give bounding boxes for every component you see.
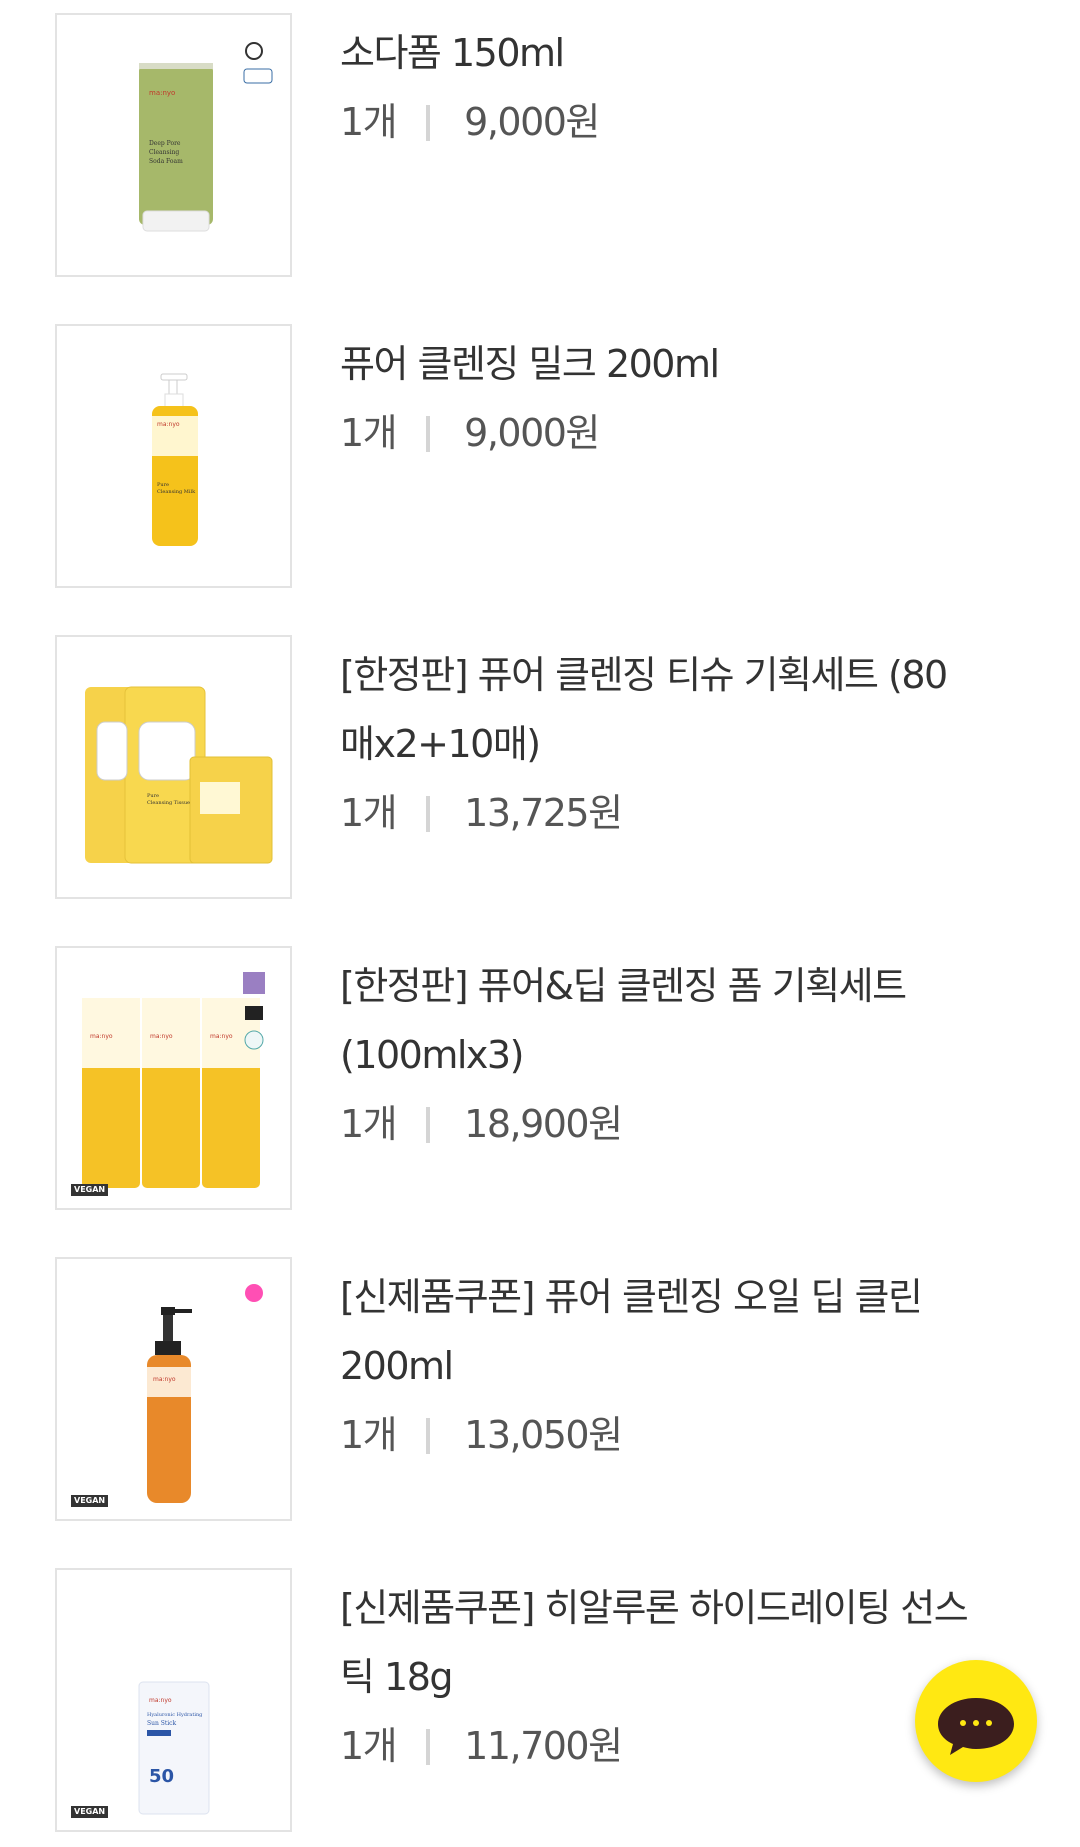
svg-text:ma:nyo: ma:nyo [90,1033,113,1040]
order-item[interactable]: ma:nyo Deep Pore Cleansing Soda Foam 소다폼… [0,13,1080,277]
item-info: 퓨어 클렌징 밀크 200ml 1개 9,000원 [340,330,980,468]
svg-text:ma:nyo: ma:nyo [210,1033,233,1040]
item-price: 11,700원 [464,1724,623,1768]
order-item[interactable]: ma:nyo ma:nyo ma:nyo VEGAN [한정판] 퓨어&딥 클렌… [0,946,1080,1210]
item-info: [한정판] 퓨어 클렌징 티슈 기획세트 (80매x2+10매) 1개 13,72… [340,641,980,848]
item-price: 13,050원 [464,1413,623,1457]
product-name[interactable]: 퓨어 클렌징 밀크 200ml [340,330,980,399]
vegan-badge: VEGAN [71,1184,109,1196]
svg-text:Deep Pore: Deep Pore [149,140,181,147]
item-quantity: 1개 [340,411,398,455]
product-thumbnail[interactable]: ma:nyo VEGAN [55,1257,292,1521]
product-name[interactable]: 소다폼 150ml [340,19,980,88]
product-thumbnail[interactable]: ma:nyo Deep Pore Cleansing Soda Foam [55,13,292,277]
item-quantity: 1개 [340,100,398,144]
svg-text:Cleansing: Cleansing [149,149,179,156]
svg-text:ma:nyo: ma:nyo [149,1697,172,1704]
svg-text:Pure: Pure [157,482,169,488]
vegan-badge: VEGAN [71,1806,109,1818]
svg-text:Cleansing Milk: Cleansing Milk [157,489,196,495]
item-quantity: 1개 [340,1724,398,1768]
order-item[interactable]: Pure Cleansing Tissue [한정판] 퓨어 클렌징 티슈 기획… [0,635,1080,899]
product-thumbnail[interactable]: ma:nyo Pure Cleansing Milk [55,324,292,588]
svg-text:ma:nyo: ma:nyo [149,89,175,97]
item-price: 13,725원 [464,791,623,835]
item-meta: 1개 13,725원 [340,779,980,848]
item-quantity: 1개 [340,1102,398,1146]
cleansing-tissue-set-image: Pure Cleansing Tissue [85,686,273,864]
svg-text:Soda Foam: Soda Foam [149,158,183,165]
chat-bubble-icon [938,1698,1014,1755]
item-quantity: 1개 [340,1413,398,1457]
product-name[interactable]: [신제품쿠폰] 히알루론 하이드레이팅 선스틱 18g [340,1574,980,1712]
svg-text:50: 50 [149,1766,174,1787]
item-info: [신제품쿠폰] 퓨어 클렌징 오일 딥 클린 200ml 1개 13,050원 [340,1263,980,1470]
vegan-badge: VEGAN [71,1495,109,1507]
chat-button[interactable] [915,1660,1037,1782]
cleansing-oil-bottle-image: ma:nyo [147,1284,263,1503]
svg-text:ma:nyo: ma:nyo [157,421,180,428]
item-price: 18,900원 [464,1102,623,1146]
svg-text:Cleansing Tissue: Cleansing Tissue [147,800,190,806]
soda-foam-tube-image: ma:nyo Deep Pore Cleansing Soda Foam [139,42,273,232]
order-item[interactable]: ma:nyo Pure Cleansing Milk 퓨어 클렌징 밀크 200… [0,324,1080,588]
item-meta: 1개 18,900원 [340,1090,980,1159]
item-price: 9,000원 [464,411,600,455]
item-info: [한정판] 퓨어&딥 클렌징 폼 기획세트 (100mlx3) 1개 18,900… [340,952,980,1159]
item-quantity: 1개 [340,791,398,835]
meta-divider [426,415,431,452]
meta-divider [426,1106,431,1143]
product-name[interactable]: [한정판] 퓨어 클렌징 티슈 기획세트 (80매x2+10매) [340,641,980,779]
product-name[interactable]: [신제품쿠폰] 퓨어 클렌징 오일 딥 클린 200ml [340,1263,980,1401]
item-price: 9,000원 [464,100,600,144]
svg-text:Sun Stick: Sun Stick [147,1720,177,1727]
sun-stick-image: ma:nyo Hyaluronic Hydrating Sun Stick 50 [138,1681,210,1815]
meta-divider [426,1728,431,1765]
item-meta: 1개 13,050원 [340,1401,980,1470]
item-meta: 1개 11,700원 [340,1712,980,1781]
item-meta: 1개 9,000원 [340,399,980,468]
svg-text:ma:nyo: ma:nyo [153,1376,176,1383]
order-item[interactable]: ma:nyo VEGAN [신제품쿠폰] 퓨어 클렌징 오일 딥 클린 200m… [0,1257,1080,1521]
svg-text:ma:nyo: ma:nyo [150,1033,173,1040]
order-item-list: ma:nyo Deep Pore Cleansing Soda Foam 소다폼… [0,0,1080,1847]
product-thumbnail[interactable]: ma:nyo ma:nyo ma:nyo VEGAN [55,946,292,1210]
item-meta: 1개 9,000원 [340,88,980,157]
cleansing-foam-set-image: ma:nyo ma:nyo ma:nyo [82,972,265,1188]
meta-divider [426,104,431,141]
meta-divider [426,795,431,832]
cleansing-milk-bottle-image: ma:nyo Pure Cleansing Milk [152,373,198,546]
item-info: 소다폼 150ml 1개 9,000원 [340,19,980,157]
svg-text:Pure: Pure [147,793,159,799]
meta-divider [426,1417,431,1454]
svg-text:Hyaluronic Hydrating: Hyaluronic Hydrating [147,1712,203,1718]
product-name[interactable]: [한정판] 퓨어&딥 클렌징 폼 기획세트 (100mlx3) [340,952,980,1090]
product-thumbnail[interactable]: Pure Cleansing Tissue [55,635,292,899]
item-info: [신제품쿠폰] 히알루론 하이드레이팅 선스틱 18g 1개 11,700원 [340,1574,980,1781]
product-thumbnail[interactable]: ma:nyo Hyaluronic Hydrating Sun Stick 50… [55,1568,292,1832]
